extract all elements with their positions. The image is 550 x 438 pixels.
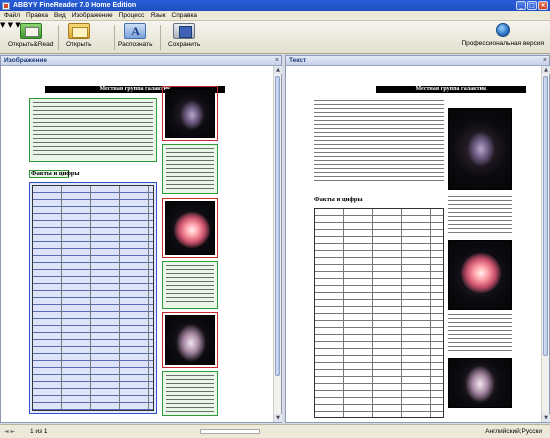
text-pane-title: Текст <box>289 57 307 64</box>
image-vertical-scrollbar[interactable]: ▲ ▼ <box>273 66 282 422</box>
caption-zone[interactable] <box>162 261 218 309</box>
window-title: ABBYY FineReader 7.0 Home Edition <box>13 2 137 9</box>
galaxy-image <box>448 240 512 310</box>
main-toolbar: Открыть&Read ▼ Открыть ▼ Распознать Сохр… <box>0 21 550 54</box>
menu-language[interactable]: Язык <box>150 12 165 19</box>
galaxy-image <box>448 358 512 408</box>
open-label: Открыть <box>66 41 92 48</box>
picture-zone[interactable] <box>162 312 218 368</box>
caption-zone[interactable] <box>162 144 218 194</box>
toolbar-separator <box>160 25 161 50</box>
menu-help[interactable]: Справка <box>172 12 198 19</box>
openread-dropdown-icon[interactable]: ▼ <box>0 21 5 29</box>
image-pane: Изображение × Местная группа галактик Фа… <box>0 55 282 423</box>
save-label: Сохранить <box>168 41 201 48</box>
menu-view[interactable]: Вид <box>54 12 66 19</box>
recognize-label: Распознать <box>118 41 153 48</box>
zoom-slider[interactable] <box>200 429 260 434</box>
scroll-up-icon[interactable]: ▲ <box>542 66 550 74</box>
openread-label: Открыть&Read <box>8 41 54 48</box>
scanned-page: Местная группа галактик Факты и цифры <box>25 86 265 416</box>
globe-icon <box>495 23 510 37</box>
text-pane-header: Текст × <box>286 56 549 66</box>
open-button[interactable]: Открыть <box>66 23 92 48</box>
picture-zone[interactable] <box>162 86 218 141</box>
app-icon <box>2 1 10 10</box>
minimize-button[interactable]: _ <box>516 1 526 10</box>
recognize-icon <box>124 23 147 39</box>
title-bar: ABBYY FineReader 7.0 Home Edition _ □ × <box>0 0 550 11</box>
doc-title-bar: Местная группа галактик <box>376 86 526 93</box>
menu-file[interactable]: Файл <box>4 12 20 19</box>
scroll-down-icon[interactable]: ▼ <box>274 414 282 422</box>
section-heading: Факты и цифры <box>314 196 363 203</box>
language-indicator[interactable]: Английский;Русски <box>485 428 542 435</box>
image-caption[interactable] <box>448 196 512 236</box>
section-heading: Факты и цифры <box>31 170 80 177</box>
page-nav-icon[interactable]: ◄ ► <box>4 428 15 435</box>
image-pane-header: Изображение × <box>1 56 281 66</box>
save-icon <box>173 23 196 39</box>
menu-bar: Файл Правка Вид Изображение Процесс Язык… <box>0 11 550 21</box>
toolbar-separator <box>58 25 59 50</box>
recognize-button[interactable]: Распознать <box>118 23 152 48</box>
openread-button[interactable]: Открыть&Read <box>8 23 53 48</box>
professional-label: Профессиональная версия <box>461 40 544 47</box>
data-table[interactable] <box>314 208 444 418</box>
menu-edit[interactable]: Правка <box>26 12 48 19</box>
scroll-thumb[interactable] <box>543 76 548 356</box>
menu-image[interactable]: Изображение <box>72 12 113 19</box>
text-zone[interactable] <box>29 98 157 162</box>
scroll-thumb[interactable] <box>275 76 280 376</box>
maximize-button[interactable]: □ <box>527 1 537 10</box>
image-pane-title: Изображение <box>4 57 47 64</box>
scroll-down-icon[interactable]: ▼ <box>542 414 550 422</box>
status-bar: ◄ ► 1 из 1 Английский;Русски <box>0 424 550 438</box>
close-button[interactable]: × <box>538 1 548 10</box>
open-folder-icon <box>67 23 90 39</box>
scan-read-icon <box>19 23 42 39</box>
recognized-page: Местная группа галактик Факты и цифры <box>296 68 536 418</box>
picture-zone[interactable] <box>162 198 218 258</box>
toolbar-separator <box>114 25 115 50</box>
caption-zone[interactable] <box>162 371 218 416</box>
text-vertical-scrollbar[interactable]: ▲ ▼ <box>541 66 550 422</box>
body-text[interactable] <box>314 100 444 184</box>
image-caption[interactable] <box>448 314 512 354</box>
professional-version-link[interactable]: Профессиональная версия <box>461 23 544 47</box>
table-zone[interactable] <box>29 182 157 414</box>
scroll-up-icon[interactable]: ▲ <box>274 66 282 74</box>
page-indicator: 1 из 1 <box>30 428 48 435</box>
menu-process[interactable]: Процесс <box>119 12 145 19</box>
close-icon[interactable]: × <box>275 56 279 65</box>
text-pane: Текст × Местная группа галактик Факты и … <box>285 55 550 423</box>
close-icon[interactable]: × <box>543 56 547 65</box>
save-button[interactable]: Сохранить <box>168 23 200 48</box>
galaxy-image <box>448 108 512 190</box>
